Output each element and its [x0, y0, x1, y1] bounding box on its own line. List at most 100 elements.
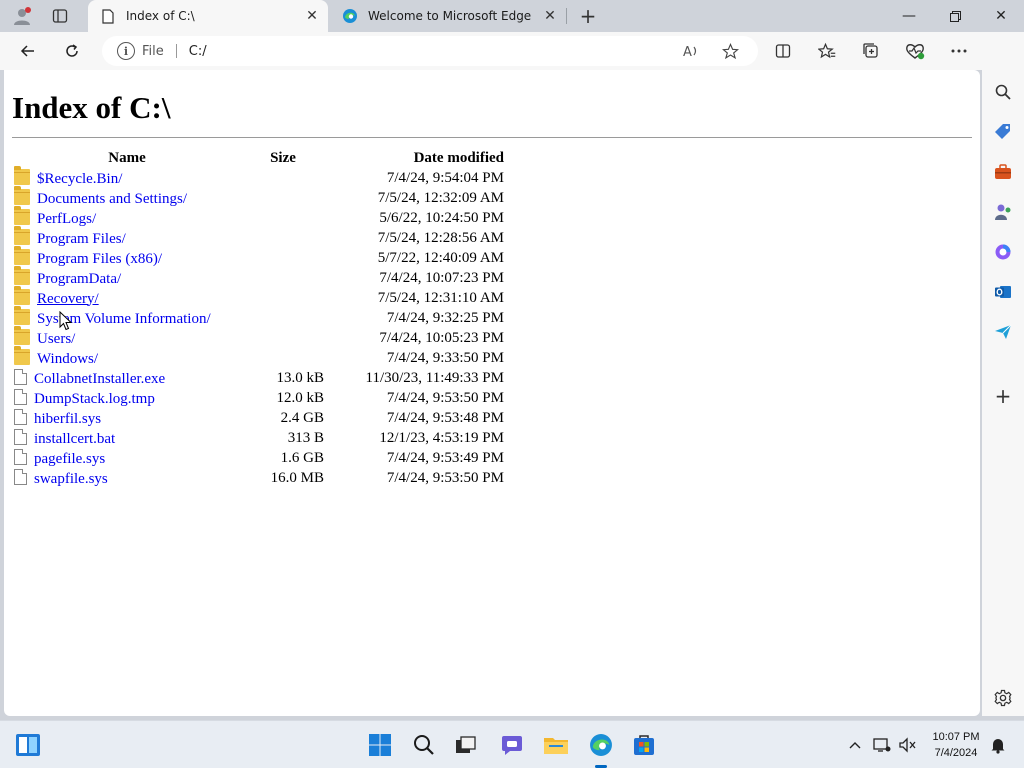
refresh-button[interactable]: [58, 37, 86, 65]
date-modified-cell: 12/1/23, 4:53:19 PM: [379, 429, 504, 446]
file-size-cell: 313 B: [287, 429, 324, 446]
collections-icon[interactable]: [858, 38, 884, 64]
vertical-tabs-icon[interactable]: [48, 4, 72, 28]
address-bar[interactable]: i File C:/ A: [102, 36, 758, 66]
favorite-star-icon[interactable]: [720, 41, 740, 61]
system-clock[interactable]: 10:07 PM 7/4/2024: [926, 729, 986, 761]
file-size-cell: [242, 188, 324, 208]
file-size-cell: 12.0 kB: [276, 389, 324, 406]
file-size-cell: 1.6 GB: [280, 449, 324, 466]
file-link[interactable]: DumpStack.log.tmp: [34, 391, 155, 407]
edge-sidebar: +: [982, 32, 1024, 716]
minimize-button[interactable]: —: [886, 0, 932, 32]
read-aloud-icon[interactable]: A: [682, 41, 702, 61]
table-row: System Volume Information/7/4/24, 9:32:2…: [12, 305, 504, 328]
people-games-icon[interactable]: [991, 200, 1015, 224]
file-size-cell: [242, 288, 324, 308]
table-row: Windows/7/4/24, 9:33:50 PM: [12, 345, 504, 368]
file-link[interactable]: hiberfil.sys: [34, 411, 101, 427]
notification-bell-icon[interactable]: [988, 735, 1008, 755]
tools-briefcase-icon[interactable]: [991, 160, 1015, 184]
settings-gear-icon[interactable]: [991, 686, 1015, 710]
folder-link[interactable]: Recovery/: [37, 291, 99, 307]
task-view-icon[interactable]: [452, 731, 480, 759]
tab-index-of-c[interactable]: Index of C:\ ✕: [88, 0, 328, 32]
profile-icon[interactable]: [10, 4, 34, 28]
file-size-cell: [242, 268, 324, 288]
date-modified-cell: 7/4/24, 9:33:50 PM: [386, 349, 504, 366]
search-icon[interactable]: [991, 80, 1015, 104]
folder-link[interactable]: ProgramData/: [37, 271, 121, 287]
info-icon[interactable]: i: [117, 42, 135, 60]
outlook-icon[interactable]: [991, 280, 1015, 304]
shopping-tag-icon[interactable]: [991, 120, 1015, 144]
tab-welcome-edge[interactable]: Welcome to Microsoft Edge ✕: [330, 0, 566, 32]
file-explorer-icon[interactable]: [542, 731, 570, 759]
folder-link[interactable]: Program Files (x86)/: [37, 251, 162, 267]
folder-link[interactable]: PerfLogs/: [37, 211, 96, 227]
file-name-cell: System Volume Information/: [12, 305, 242, 328]
edge-icon[interactable]: [587, 731, 615, 759]
table-row: PerfLogs/5/6/22, 10:24:50 PM: [12, 205, 504, 228]
file-name-cell: pagefile.sys: [12, 448, 242, 468]
address-url[interactable]: C:/: [189, 44, 207, 59]
restore-button[interactable]: [932, 0, 978, 32]
file-name-cell: DumpStack.log.tmp: [12, 388, 242, 408]
address-divider: [175, 44, 177, 58]
address-scheme: File: [142, 43, 164, 59]
store-icon[interactable]: [630, 731, 658, 759]
file-link[interactable]: installcert.bat: [34, 431, 115, 447]
network-icon[interactable]: [872, 735, 892, 755]
widgets-icon[interactable]: [14, 731, 42, 759]
split-screen-icon[interactable]: [770, 38, 796, 64]
clock-date: 7/4/2024: [934, 747, 978, 759]
file-name-cell: Program Files/: [12, 225, 242, 248]
file-size-cell: 2.4 GB: [280, 409, 324, 426]
page-heading: Index of C:\: [12, 90, 171, 125]
start-icon[interactable]: [366, 731, 394, 759]
file-size-cell: [242, 168, 324, 188]
date-modified-cell: 7/4/24, 10:07:23 PM: [379, 269, 504, 286]
chevron-up-icon[interactable]: [845, 735, 865, 755]
folder-link[interactable]: Program Files/: [37, 231, 126, 247]
send-icon[interactable]: [991, 320, 1015, 344]
close-tab-icon[interactable]: ✕: [302, 6, 322, 26]
date-modified-cell: 5/7/22, 12:40:09 AM: [377, 249, 504, 266]
folder-icon: [14, 205, 30, 225]
column-header-size[interactable]: Size: [242, 148, 324, 168]
add-sidebar-app-icon[interactable]: +: [991, 384, 1015, 408]
table-row: Documents and Settings/7/5/24, 12:32:09 …: [12, 185, 504, 208]
chat-icon[interactable]: [498, 731, 526, 759]
office-icon[interactable]: [991, 240, 1015, 264]
folder-link[interactable]: Users/: [37, 331, 75, 347]
folder-link[interactable]: Windows/: [37, 351, 98, 367]
folder-link[interactable]: Documents and Settings/: [37, 191, 187, 207]
file-link[interactable]: pagefile.sys: [34, 451, 105, 467]
close-window-button[interactable]: ✕: [978, 0, 1024, 32]
file-name-cell: installcert.bat: [12, 428, 242, 448]
new-tab-button[interactable]: +: [576, 4, 600, 28]
back-button[interactable]: [14, 37, 42, 65]
volume-muted-icon[interactable]: [898, 735, 918, 755]
folder-icon: [14, 265, 30, 285]
file-size-cell: [242, 208, 324, 228]
date-modified-cell: 7/5/24, 12:31:10 AM: [377, 289, 504, 306]
windows-taskbar: 10:07 PM 7/4/2024: [0, 720, 1024, 768]
folder-link[interactable]: $Recycle.Bin/: [37, 171, 122, 187]
table-row: installcert.bat 313 B 12/1/23, 4:53:19 PM: [12, 428, 504, 448]
file-size-cell: [242, 228, 324, 248]
date-modified-cell: 7/4/24, 9:53:50 PM: [386, 389, 504, 406]
favorites-icon[interactable]: [814, 38, 840, 64]
more-options-icon[interactable]: [946, 38, 972, 64]
file-link[interactable]: swapfile.sys: [34, 471, 108, 487]
file-link[interactable]: CollabnetInstaller.exe: [34, 371, 165, 387]
column-header-name[interactable]: Name: [12, 148, 242, 168]
file-icon: [14, 428, 27, 445]
file-name-cell: Recovery/: [12, 285, 242, 308]
search-icon[interactable]: [410, 731, 438, 759]
close-tab-icon[interactable]: ✕: [540, 6, 560, 26]
file-size-cell: 16.0 MB: [270, 469, 324, 486]
tab-title: Welcome to Microsoft Edge: [368, 9, 532, 23]
browser-essentials-icon[interactable]: [902, 38, 928, 64]
column-header-date[interactable]: Date modified: [324, 148, 504, 168]
